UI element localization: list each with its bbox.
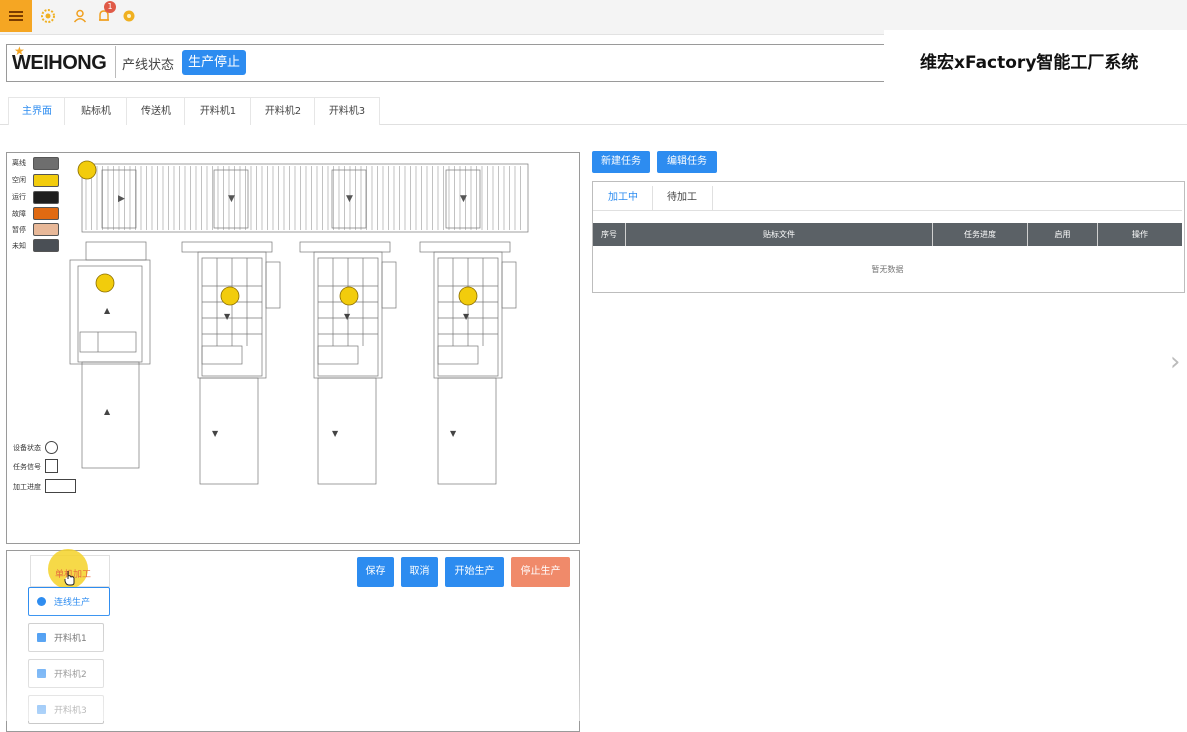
svg-text:▼: ▼ [450, 429, 457, 438]
legend-label-fault: 故障 [12, 210, 26, 218]
conveyor-line: ▶ ▼ ▼ ▼ [81, 163, 529, 233]
device-status-label: 设备状态 [13, 444, 41, 452]
svg-text:▼: ▼ [212, 429, 219, 438]
cutter-3-machine: ▼ ▼ [419, 241, 517, 485]
menu-icon [9, 9, 23, 23]
stop-production-button[interactable]: 停止生产 [511, 557, 570, 587]
menu-button[interactable] [0, 0, 32, 32]
cutter-3-status-indicator [458, 286, 478, 306]
hand-cursor-icon [64, 571, 75, 586]
svg-text:▼: ▼ [344, 312, 351, 321]
svg-text:▶: ▶ [118, 194, 125, 204]
cutter-1-option-label: 开料机1 [54, 634, 87, 644]
checkbox-checked-icon [37, 669, 46, 678]
dashboard-icon[interactable] [40, 8, 56, 24]
column-header-actions: 操作 [1132, 230, 1148, 239]
empty-table-message: 暂无数据 [871, 265, 904, 274]
app-title: 维宏xFactory智能工厂系统 [920, 53, 1139, 73]
tab-main[interactable]: 主界面 [8, 97, 66, 125]
conveyor-status-indicator [77, 160, 97, 180]
svg-text:▼: ▼ [332, 429, 339, 438]
legend-label-unknown: 未知 [12, 242, 26, 250]
next-page-chevron-icon[interactable]: › [1170, 347, 1180, 377]
column-header-progress: 任务进度 [964, 230, 996, 239]
legend-swatch-fault [33, 207, 59, 220]
cutter-2-status-indicator [339, 286, 359, 306]
tab-cutter-2[interactable]: 开料机2 [250, 97, 316, 125]
labeler-status-indicator [95, 273, 115, 293]
svg-text:▼: ▼ [460, 194, 467, 204]
svg-text:▼: ▼ [224, 312, 231, 321]
legend-label-idle: 空闲 [12, 176, 26, 184]
svg-text:▼: ▼ [228, 194, 235, 204]
tab-processing[interactable]: 加工中 [594, 186, 653, 210]
edit-task-button[interactable]: 编辑任务 [657, 151, 717, 173]
tab-pending[interactable]: 待加工 [652, 186, 713, 210]
svg-text:▼: ▼ [346, 194, 353, 204]
user-icon[interactable] [72, 8, 88, 24]
device-status-circle-icon [45, 441, 58, 454]
column-header-label-file: 贴标文件 [763, 230, 795, 239]
continuous-production-option[interactable]: 连线生产 [28, 587, 110, 616]
tab-labeler[interactable]: 贴标机 [64, 97, 128, 125]
company-logo: WEIHONG [12, 52, 107, 74]
settings-icon[interactable] [121, 8, 137, 24]
tab-cutter-1[interactable]: 开料机1 [184, 97, 252, 125]
cutter-1-status-indicator [220, 286, 240, 306]
machine-schematic: ▶ ▼ ▼ ▼ ▲ ▲ ▼ ▼ ▼ ▼ ▼ ▼ [69, 160, 529, 485]
header-divider [115, 46, 116, 78]
radio-selected-icon [37, 597, 46, 606]
legend-label-paused: 暂停 [12, 226, 26, 234]
legend-label-running: 运行 [12, 193, 26, 201]
legend-label-offline: 离线 [12, 159, 26, 167]
legend-swatch-idle [33, 174, 59, 187]
process-progress-label: 加工进度 [13, 483, 41, 491]
cutter-2-machine: ▼ ▼ [299, 241, 397, 485]
start-production-button[interactable]: 开始生产 [445, 557, 504, 587]
checkbox-checked-icon [37, 633, 46, 642]
notification-badge: 1 [104, 1, 116, 13]
tab-conveyor[interactable]: 传送机 [126, 97, 186, 125]
column-header-enabled: 启用 [1054, 230, 1071, 239]
tab-cutter-3[interactable]: 开料机3 [314, 97, 380, 125]
svg-text:▲: ▲ [104, 306, 111, 315]
task-signal-square-icon [45, 459, 58, 473]
save-button[interactable]: 保存 [357, 557, 394, 587]
new-task-button[interactable]: 新建任务 [592, 151, 650, 173]
svg-text:▼: ▼ [463, 312, 470, 321]
task-tabs-divider [593, 210, 1182, 211]
task-signal-label: 任务信号 [13, 463, 41, 471]
line-status-label: 产线状态 [122, 58, 175, 73]
legend-swatch-unknown [33, 239, 59, 252]
cancel-button[interactable]: 取消 [401, 557, 438, 587]
legend-swatch-offline [33, 157, 59, 170]
continuous-production-label: 连线生产 [54, 598, 91, 608]
cutter-1-machine: ▼ ▼ [181, 241, 281, 485]
cutter-2-option-label: 开料机2 [54, 670, 87, 680]
column-header-index: 序号 [601, 230, 617, 239]
svg-text:▲: ▲ [104, 407, 111, 416]
cutter-2-option[interactable]: 开料机2 [28, 659, 104, 688]
legend-swatch-paused [33, 223, 59, 236]
cutter-1-option[interactable]: 开料机1 [28, 623, 104, 652]
legend-swatch-running [33, 191, 59, 204]
status-badge: 生产停止 [182, 50, 246, 75]
cutter-3-option[interactable]: 开料机3 [28, 695, 104, 724]
cutter-3-option-label: 开料机3 [54, 706, 87, 716]
checkbox-checked-icon [37, 705, 46, 714]
